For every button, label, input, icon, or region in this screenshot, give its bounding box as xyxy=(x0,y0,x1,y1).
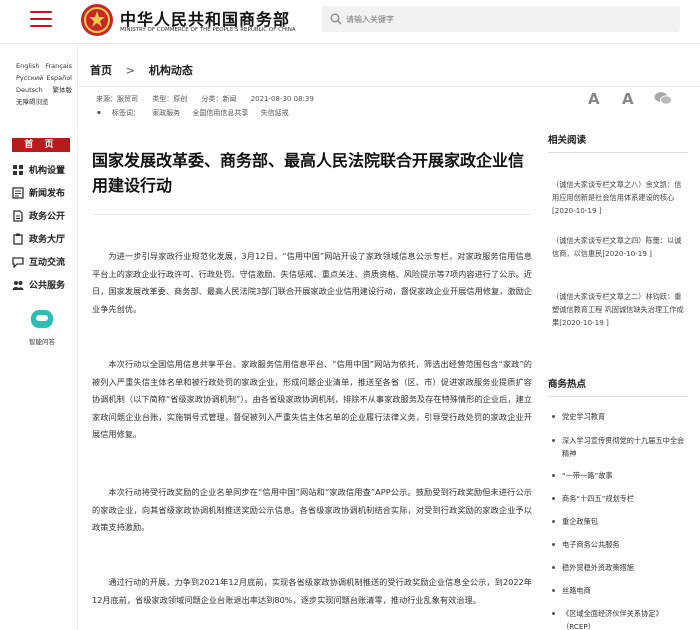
related-article-link[interactable]: （诚信大家谈专栏文章之八）余文凯：信用应用创新是社会信用体系建设的核心[2020… xyxy=(552,178,684,217)
smart-qa-label: 智能问答 xyxy=(29,338,55,346)
breadcrumb-home[interactable]: 首页 xyxy=(90,64,112,77)
search-icon[interactable] xyxy=(330,13,342,25)
breadcrumb: 首页 > 机构动态 xyxy=(90,62,193,78)
hot-topic-link[interactable]: 商务“十四五”规划专栏 xyxy=(552,492,688,505)
nav-item-public-service[interactable]: 公共服务 xyxy=(12,273,70,296)
article-tools: A A xyxy=(588,90,678,108)
nav-item-label: 机构设置 xyxy=(29,166,66,176)
hot-topic-link[interactable]: 丝路电商 xyxy=(552,584,688,597)
article-date: 2021-08-30 08:39 xyxy=(250,95,314,103)
tag-link[interactable]: 失信惩戒 xyxy=(261,109,289,117)
nav-item-label: 政务公开 xyxy=(29,212,66,222)
hot-topic-link[interactable]: 深入学习宣传贯彻党的十九届五中全会精神 xyxy=(552,434,688,460)
nav-item-organization[interactable]: 机构设置 xyxy=(12,158,70,181)
nav-item-service-hall[interactable]: 政务大厅 xyxy=(12,227,70,250)
language-switcher: English Français Русский Español Deutsch… xyxy=(16,60,72,108)
hot-topic-link[interactable]: 重企政策包 xyxy=(552,515,688,528)
smart-qa-widget[interactable]: 智能问答 xyxy=(22,310,62,346)
nav-item-news[interactable]: 新闻发布 xyxy=(12,181,70,204)
nav-item-label: 互动交流 xyxy=(29,258,66,268)
breadcrumb-current[interactable]: 机构动态 xyxy=(149,64,193,77)
menu-icon[interactable] xyxy=(30,11,52,31)
tags-label: 标签词： xyxy=(111,109,140,117)
related-reading-section: 相关阅读 xyxy=(548,132,688,153)
nav-item-public-affairs[interactable]: 政务公开 xyxy=(12,204,70,227)
clipboard-icon xyxy=(13,233,23,245)
left-sidebar: English Français Русский Español Deutsch… xyxy=(0,44,78,630)
hot-topic-link[interactable]: 《区域全面经济伙伴关系协定》（RCEP） xyxy=(552,607,688,630)
org-chart-icon xyxy=(13,164,23,175)
hot-topic-link[interactable]: 党史学习教育 xyxy=(552,410,688,423)
breadcrumb-separator: > xyxy=(125,64,136,77)
divider xyxy=(78,86,700,87)
nav-item-interaction[interactable]: 互动交流 xyxy=(12,250,70,273)
nav-item-label: 公共服务 xyxy=(29,281,66,291)
font-decrease-button[interactable]: A xyxy=(622,90,634,108)
hot-topic-link[interactable]: “一带一路”故事 xyxy=(552,469,688,482)
related-reading-title: 相关阅读 xyxy=(548,132,688,153)
document-icon xyxy=(13,209,23,222)
article-paragraph: 本次行动以全国信用信息共享平台、家政服务信用信息平台、“信用中国”网站为依托，筛… xyxy=(92,359,532,439)
article-paragraph: 为进一步引导家政行业规范化发展，3月12日，“信用中国”网站开设了家政领域信息公… xyxy=(92,251,532,314)
nav-home[interactable]: 首 页 xyxy=(12,138,70,152)
tag-icon: ⚫ xyxy=(96,109,102,117)
divider xyxy=(92,214,532,215)
nav-item-label: 政务大厅 xyxy=(29,235,66,245)
lang-russian-link[interactable]: Русский xyxy=(16,72,43,84)
people-icon xyxy=(12,280,24,290)
wechat-share-icon[interactable] xyxy=(654,91,672,105)
site-header: 中华人民共和国商务部 MINISTRY OF COMMERCE OF THE P… xyxy=(0,0,700,44)
site-subtitle: MINISTRY OF COMMERCE OF THE PEOPLE'S REP… xyxy=(120,27,296,33)
lang-german-link[interactable]: Deutsch xyxy=(16,84,43,96)
robot-icon[interactable] xyxy=(31,310,53,328)
search-box[interactable] xyxy=(322,6,680,32)
hot-topic-link[interactable]: 电子商务公共服务 xyxy=(552,538,688,551)
lang-spanish-link[interactable]: Español xyxy=(46,72,72,84)
article-category: 分类：新闻 xyxy=(201,95,237,103)
article-tags: ⚫ 标签词： 家政服务 全国信用信息共享 失信惩戒 xyxy=(96,108,299,118)
article-type: 类型：原创 xyxy=(152,95,188,103)
hot-topics-list: 党史学习教育 深入学习宣传贯彻党的十九届五中全会精神 “一带一路”故事 商务“十… xyxy=(552,410,688,630)
font-increase-button[interactable]: A xyxy=(588,90,600,108)
related-article-link[interactable]: （诚信大家谈专栏文章之二）林钧跃：重塑诚信教育工程 巩固诚信缺失治理工作成果[2… xyxy=(552,290,684,329)
article-meta: 来源：服贸司 类型：原创 分类：新闻 2021-08-30 08:39 xyxy=(96,94,326,104)
hot-topic-link[interactable]: 稳外贸稳外资政策措施 xyxy=(552,561,688,574)
accessibility-link[interactable]: 无障碍浏览 xyxy=(16,96,72,108)
article-source: 来源：服贸司 xyxy=(96,95,138,103)
national-emblem-logo[interactable] xyxy=(80,3,114,37)
search-input[interactable] xyxy=(346,10,666,28)
article-paragraph: 通过行动的开展，力争到2021年12月底前，实现各省级家政协调机制推送的受行政奖… xyxy=(92,577,532,605)
chat-icon xyxy=(12,256,24,268)
news-icon xyxy=(12,186,24,199)
article-title: 国家发展改革委、商务部、最高人民法院联合开展家政企业信用建设行动 xyxy=(92,151,525,195)
hot-topics-title: 商务热点 xyxy=(548,376,688,397)
tag-link[interactable]: 全国信用信息共享 xyxy=(192,109,248,117)
article-paragraph: 本次行动将受行政奖励的企业名单同步在“信用中国”网站和“家政信用查”APP公示。… xyxy=(92,487,532,532)
lang-french-link[interactable]: Français xyxy=(45,60,72,72)
lang-english-link[interactable]: English xyxy=(16,60,39,72)
tag-link[interactable]: 家政服务 xyxy=(152,109,180,117)
lang-traditional-chinese-link[interactable]: 繁体版 xyxy=(53,84,73,96)
main-nav: 首 页 机构设置 新闻发布 政务公开 政务大厅 互动交流 公共服务 xyxy=(12,138,70,296)
related-article-link[interactable]: （诚信大家谈专栏文章之四）陈蕾：以诚信商，以信惠民[2020-10-19 ] xyxy=(552,234,684,260)
nav-item-label: 新闻发布 xyxy=(29,189,66,199)
